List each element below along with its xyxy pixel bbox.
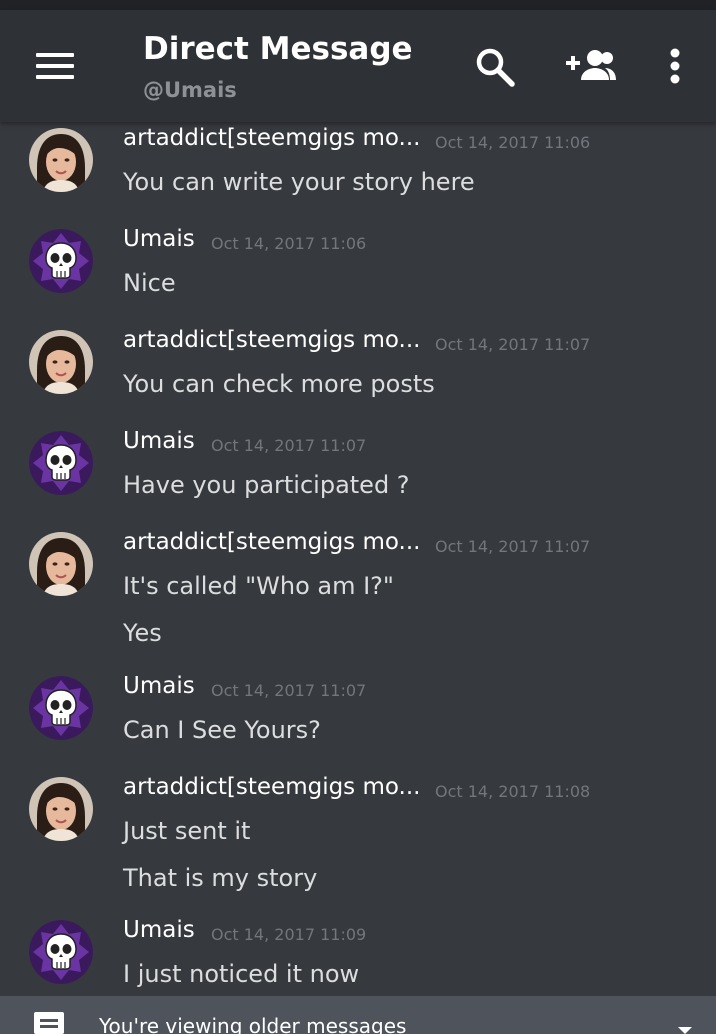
woman-photo-avatar[interactable]: [29, 532, 93, 596]
message-author[interactable]: artaddict[steemgigs mo...: [123, 529, 420, 555]
message-text: Yes: [123, 619, 162, 647]
message-timestamp: Oct 14, 2017 11:06: [211, 234, 367, 253]
message-text: Just sent it: [123, 817, 251, 845]
message-timestamp: Oct 14, 2017 11:07: [435, 537, 591, 556]
message-author[interactable]: artaddict[steemgigs mo...: [123, 774, 420, 800]
purple-skull-avatar[interactable]: [29, 431, 93, 495]
woman-photo-avatar[interactable]: [29, 128, 93, 192]
message-timestamp: Oct 14, 2017 11:07: [435, 335, 591, 354]
message-text: That is my story: [123, 864, 318, 892]
message-text: You can check more posts: [123, 370, 435, 398]
message-text: Have you participated ?: [123, 471, 410, 499]
message-text: Nice: [123, 269, 176, 297]
status-bar: [0, 0, 716, 10]
channel-subtitle: @Umais: [143, 78, 237, 102]
message-text: Can I See Yours?: [123, 716, 321, 744]
message-list[interactable]: artaddict[steemgigs mo... Oct 14, 2017 1…: [0, 122, 716, 996]
woman-photo-avatar[interactable]: [29, 330, 93, 394]
message-icon: [34, 1012, 64, 1034]
older-messages-text: You're viewing older messages: [99, 1014, 407, 1034]
message-timestamp: Oct 14, 2017 11:07: [211, 681, 367, 700]
search-icon[interactable]: [474, 46, 516, 88]
message-timestamp: Oct 14, 2017 11:08: [435, 782, 591, 801]
message-text: You can write your story here: [123, 168, 475, 196]
chevron-down-icon[interactable]: [676, 1020, 694, 1034]
message-timestamp: Oct 14, 2017 11:06: [435, 133, 591, 152]
message-author[interactable]: Umais: [123, 226, 195, 252]
page-title: Direct Message: [143, 31, 413, 67]
message-text: It's called "Who am I?": [123, 572, 394, 600]
message-author[interactable]: artaddict[steemgigs mo...: [123, 327, 420, 353]
message-author[interactable]: artaddict[steemgigs mo...: [123, 125, 420, 151]
message-text: I just noticed it now: [123, 960, 360, 988]
message-author[interactable]: Umais: [123, 673, 195, 699]
message-author[interactable]: Umais: [123, 428, 195, 454]
woman-photo-avatar[interactable]: [29, 777, 93, 841]
purple-skull-avatar[interactable]: [29, 920, 93, 984]
app-bar: Direct Message @Umais: [0, 10, 716, 122]
message-timestamp: Oct 14, 2017 11:09: [211, 925, 367, 944]
more-vertical-icon[interactable]: [664, 48, 686, 88]
message-timestamp: Oct 14, 2017 11:07: [211, 436, 367, 455]
add-user-icon[interactable]: [564, 46, 618, 86]
message-author[interactable]: Umais: [123, 917, 195, 943]
older-messages-banner[interactable]: You're viewing older messages: [0, 996, 716, 1034]
purple-skull-avatar[interactable]: [29, 229, 93, 293]
hamburger-menu-icon[interactable]: [36, 53, 74, 79]
purple-skull-avatar[interactable]: [29, 676, 93, 740]
